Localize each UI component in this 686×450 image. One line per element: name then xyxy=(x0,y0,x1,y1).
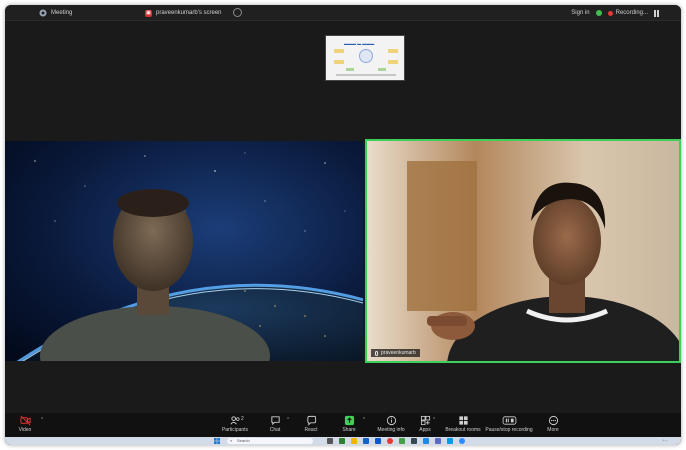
taskbar-app-icon[interactable] xyxy=(435,438,441,444)
pause-stop-recording-button[interactable]: Pause/stop recording xyxy=(483,415,535,435)
participant-video-left xyxy=(5,141,363,361)
video-options-chevron-icon[interactable]: ^ xyxy=(41,417,43,423)
taskbar-app-icon[interactable] xyxy=(423,438,429,444)
taskbar-search-placeholder: Search xyxy=(237,438,250,443)
participants-count: 2 xyxy=(241,416,244,422)
participants-label: Participants xyxy=(221,427,249,433)
screen-share-label: praveenkumarb's screen xyxy=(156,10,222,16)
screen-share-icon: ▣ xyxy=(145,9,152,17)
system-tray-chevron-icon[interactable]: ^ ◦ xyxy=(663,438,667,444)
breakout-rooms-button[interactable]: Breakout rooms xyxy=(441,415,485,435)
shared-diagram-box xyxy=(388,49,398,53)
taskbar-app-icon[interactable] xyxy=(411,438,417,444)
react-label: React xyxy=(304,427,318,433)
shared-diagram-box xyxy=(334,60,344,64)
zoom-app-icon[interactable] xyxy=(459,438,465,444)
more-icon xyxy=(548,415,558,426)
react-icon xyxy=(306,415,316,426)
chat-label: Chat xyxy=(269,427,281,433)
participants-icon xyxy=(230,416,240,425)
pause-stop-recording-label: Pause/stop recording xyxy=(485,427,533,433)
app-title: Meeting xyxy=(51,10,73,16)
breakout-rooms-label: Breakout rooms xyxy=(445,427,481,433)
chrome-icon[interactable] xyxy=(387,438,393,444)
video-off-icon xyxy=(19,415,31,426)
shared-diagram-footer xyxy=(336,74,396,76)
participant-name-tag: praveenkumarb xyxy=(371,349,420,357)
participant-video-right xyxy=(367,141,679,361)
titlebar-right: Sign in Recording... xyxy=(571,8,659,18)
pause-icon[interactable] xyxy=(654,9,659,17)
zoom-window: Meeting ▣ praveenkumarb's screen Sign in… xyxy=(5,5,681,445)
share-options-icon[interactable] xyxy=(233,8,242,17)
chat-icon xyxy=(270,416,280,426)
more-button[interactable]: More xyxy=(531,415,575,435)
recording-dot-icon xyxy=(607,10,613,16)
apps-icon xyxy=(420,415,430,426)
more-label: More xyxy=(547,427,559,433)
app-title-group: Meeting xyxy=(39,8,72,18)
meeting-toolbar: Video ^ Participants 2 Chat ^ React Shar… xyxy=(5,413,681,437)
windows-start-icon[interactable] xyxy=(214,438,220,444)
taskbar-app-icon[interactable] xyxy=(447,438,453,444)
shared-diagram-box xyxy=(378,68,386,71)
shared-diagram-box xyxy=(388,60,398,64)
microphone-icon xyxy=(375,350,378,356)
share-options-chevron-icon[interactable]: ^ xyxy=(363,417,365,423)
meeting-info-label: Meeting info xyxy=(377,427,405,433)
taskbar-app-icon[interactable] xyxy=(363,438,369,444)
taskbar-app-icon[interactable] xyxy=(375,438,381,444)
taskbar-app-icon[interactable] xyxy=(399,438,405,444)
recording-label: Recording... xyxy=(615,10,648,16)
shield-icon[interactable] xyxy=(595,10,602,16)
pause-stop-recording-icon xyxy=(502,416,516,425)
taskbar-app-icon[interactable] xyxy=(339,438,345,444)
screen-share-tab[interactable]: ▣ praveenkumarb's screen xyxy=(145,8,222,18)
share-screen-icon xyxy=(344,415,354,426)
breakout-rooms-icon xyxy=(458,416,468,425)
share-label: Share xyxy=(342,427,356,433)
recording-indicator[interactable]: Recording... xyxy=(607,10,648,16)
windows-taskbar: ⌕ Search ^ ◦ xyxy=(5,437,681,445)
search-icon: ⌕ xyxy=(230,438,233,443)
shared-diagram-box xyxy=(346,68,354,71)
info-icon xyxy=(386,415,396,426)
participant-tile-right[interactable]: praveenkumarb xyxy=(365,139,681,363)
apps-options-chevron-icon[interactable]: ^ xyxy=(433,417,435,423)
apps-label: Apps xyxy=(419,427,431,433)
participant-tile-left[interactable] xyxy=(5,141,363,361)
file-explorer-icon[interactable] xyxy=(351,438,357,444)
title-bar: Meeting ▣ praveenkumarb's screen Sign in… xyxy=(5,5,681,21)
participant-name-right: praveenkumarb xyxy=(381,350,416,356)
shared-screen-thumbnail[interactable]: ▬▬▬ ▬ ▬▬▬ xyxy=(325,35,405,81)
zoom-logo-icon xyxy=(39,9,47,17)
taskbar-search-box[interactable]: ⌕ Search xyxy=(227,438,313,444)
shared-diagram-center xyxy=(359,49,373,63)
task-view-icon[interactable] xyxy=(327,438,333,444)
shared-content-title-icon: ▬▬▬ ▬ ▬▬▬ xyxy=(344,41,375,46)
meeting-stage: ▬▬▬ ▬ ▬▬▬ praveenkumarb xyxy=(5,21,681,413)
video-label: Video xyxy=(18,427,32,433)
shared-diagram-box xyxy=(334,49,344,53)
sign-in-link[interactable]: Sign in xyxy=(571,10,589,16)
participants-button[interactable]: Participants xyxy=(213,415,257,435)
